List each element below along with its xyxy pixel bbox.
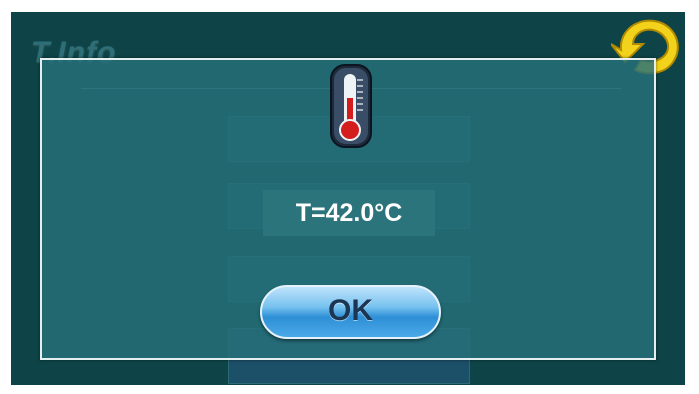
temperature-readout: T=42.0°C xyxy=(263,190,435,236)
ok-button[interactable]: OK xyxy=(260,285,441,339)
thermometer-icon xyxy=(330,64,372,148)
